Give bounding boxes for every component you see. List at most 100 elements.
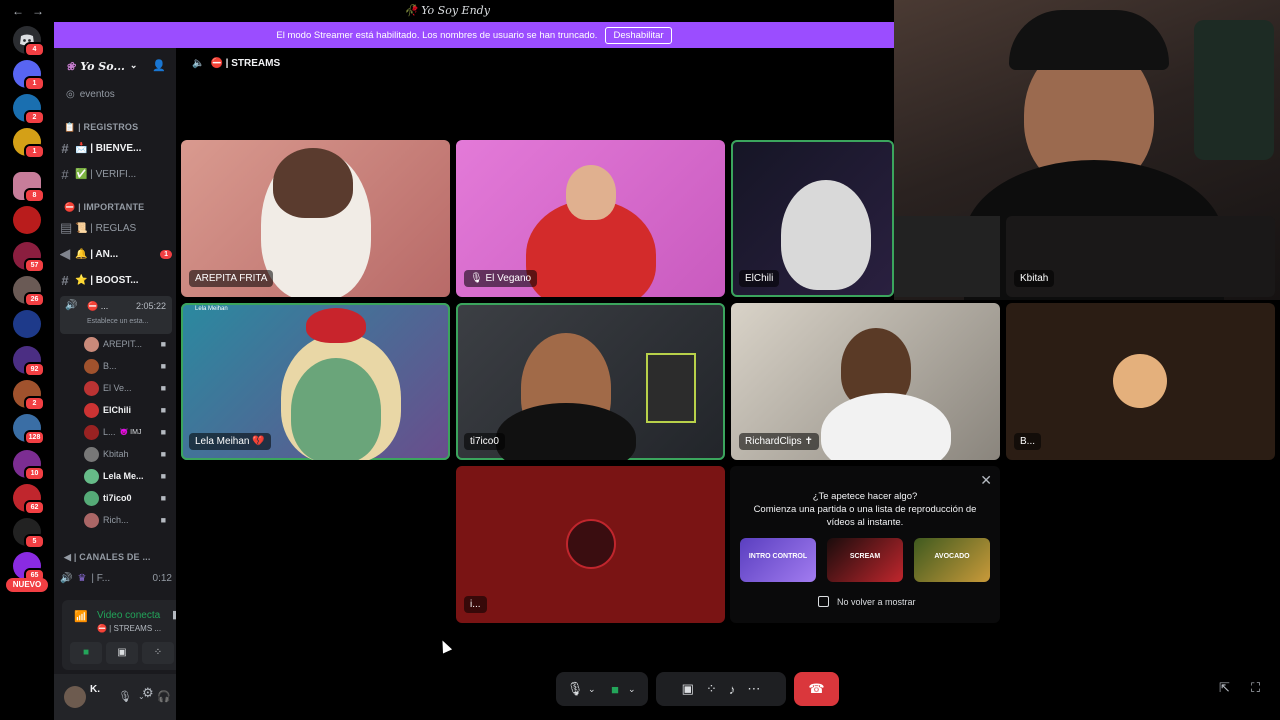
avatar	[84, 446, 99, 462]
more-options-icon[interactable]: ⋯	[747, 681, 760, 697]
server-icon[interactable]: 1	[13, 60, 45, 91]
video-tile[interactable]: 🎙 El Vegano	[456, 140, 725, 297]
guild-icon: ❀	[66, 59, 76, 73]
microphone-icon[interactable]: 🎙	[118, 690, 132, 703]
server-icon[interactable]: 57	[13, 242, 45, 273]
server-icon[interactable]: 62	[13, 484, 45, 515]
participant-hair	[273, 148, 353, 218]
settings-gear-icon[interactable]: ⚙	[142, 685, 154, 701]
server-rail: 4 1 2 1 8 57 26 92 2 128 10 62 5 65 NUEV…	[0, 22, 54, 720]
screen-share-icon[interactable]: ▣	[682, 681, 694, 697]
member-tag: 👿 IMJ	[119, 429, 142, 436]
video-tile-continuation	[894, 216, 1000, 297]
voice-channel-f[interactable]: 🔊 ♛ | F... 0:12	[60, 569, 172, 587]
signal-icon[interactable]: 📶	[74, 610, 88, 623]
voice-member[interactable]: ElChili ■	[84, 401, 168, 419]
avatar	[566, 519, 616, 569]
participant-name: AREPITA FRITA	[189, 270, 274, 287]
server-icon[interactable]: 8	[13, 172, 45, 203]
video-tile[interactable]: Kbitah	[1006, 216, 1275, 297]
server-icon[interactable]: 2	[13, 380, 45, 411]
participant-name: 🎙 El Vegano	[464, 270, 538, 287]
activities-button[interactable]: ⁘	[142, 642, 174, 664]
camera-icon[interactable]: ■	[602, 682, 628, 697]
voice-member[interactable]: Rich... ■	[84, 511, 168, 529]
voice-member[interactable]: ti7ico0 ■	[84, 489, 168, 507]
avatar	[84, 380, 99, 396]
dont-show-checkbox[interactable]: No volver a mostrar	[818, 596, 916, 607]
headphones-icon[interactable]: 🎧	[157, 690, 171, 703]
mic-and-camera-controls: 🎙 ⌄ ■ ⌄	[556, 672, 648, 706]
channel-bienvenida[interactable]: # 📩 | BIENVE...	[60, 139, 172, 157]
add-user-icon[interactable]: 👤	[152, 59, 166, 72]
server-icon[interactable]: 10	[13, 450, 45, 481]
activity-game-tile[interactable]: AVOCADO	[914, 538, 990, 582]
voice-member[interactable]: L... 👿 IMJ ■	[84, 423, 168, 441]
category-canales[interactable]: ◀ | CANALES DE ...	[64, 552, 174, 563]
channel-events[interactable]: ◎ eventos	[66, 85, 178, 103]
participant-figure	[781, 180, 871, 290]
window-title: 🥀 Yo Soy Endy	[404, 4, 490, 17]
channel-verificacion[interactable]: # ✅ | VERIFI...	[60, 165, 172, 183]
activities-icon[interactable]: ⁘	[706, 681, 717, 697]
server-icon[interactable]	[13, 206, 41, 234]
avatar	[84, 468, 99, 484]
voice-member[interactable]: Lela Me... ■	[84, 467, 168, 485]
speaker-icon: ◀	[64, 552, 72, 562]
soundboard-icon[interactable]: ♪	[729, 682, 736, 697]
participant-dress	[291, 358, 381, 460]
server-icon[interactable]: 128	[13, 414, 45, 445]
close-icon[interactable]: ✕	[980, 472, 992, 489]
chevron-down-icon: ⌄	[129, 61, 138, 71]
server-icon[interactable]: 1	[13, 128, 45, 159]
camera-icon: ■	[160, 449, 166, 459]
channel-name: ⛔ | STREAMS	[210, 58, 281, 69]
speaker-icon: 🔊	[65, 300, 78, 311]
server-icon[interactable]: 26	[13, 276, 45, 307]
video-tile[interactable]: Lela Meihan Lela Meihan 💔	[181, 303, 450, 460]
server-icon[interactable]: 2	[13, 94, 45, 125]
checkbox[interactable]	[818, 596, 829, 607]
activity-game-tile[interactable]: SCREAM	[827, 538, 903, 582]
server-icon[interactable]: 5	[13, 518, 45, 549]
screen-share-button[interactable]: ▣	[106, 642, 138, 664]
avatar[interactable]	[64, 686, 86, 708]
video-tile[interactable]: ti7ico0	[456, 303, 725, 460]
microphone-icon[interactable]: 🎙	[562, 681, 588, 697]
popout-icon[interactable]: ⇱	[1219, 680, 1230, 696]
video-tile[interactable]: RichardClips ✝	[731, 303, 1000, 460]
discord-home-icon[interactable]: 4	[13, 26, 45, 57]
channel-anuncios[interactable]: ◀ 🔔 | AN... 1	[60, 245, 172, 263]
video-tile[interactable]: ElChili	[731, 140, 894, 297]
hash-icon: #	[61, 166, 69, 182]
hash-icon: #	[61, 272, 69, 288]
channel-sidebar: ❀ Yo So... ⌄ 👤 ◎ eventos 📋 | REGISTROS # 📩…	[54, 48, 212, 720]
guild-header[interactable]: ❀ Yo So... ⌄ 👤	[54, 48, 176, 84]
server-icon[interactable]: 65	[13, 552, 45, 583]
voice-member[interactable]: Kbitah ■	[84, 445, 168, 463]
participant-name: ElChili	[739, 270, 780, 287]
category-registros[interactable]: 📋 | REGISTROS	[64, 122, 174, 133]
voice-channel-label[interactable]: ⛔ | STREAMS ...	[97, 624, 161, 633]
activity-game-tile[interactable]: INTRO CONTROL	[740, 538, 816, 582]
video-button[interactable]: ■	[70, 642, 102, 664]
server-icon[interactable]: 92	[13, 346, 45, 377]
chevron-down-icon[interactable]: ⌄	[588, 684, 602, 695]
video-tile[interactable]: AREPITA FRITA	[181, 140, 450, 297]
active-voice-channel[interactable]: 🔊 ⛔ ... 2:05:22 Establece un esta...	[60, 296, 172, 334]
video-tile[interactable]: i...	[456, 466, 725, 623]
disable-streamer-button[interactable]: Deshabilitar	[605, 26, 672, 44]
category-importante[interactable]: ⛔ | IMPORTANTE	[64, 202, 174, 213]
voice-member[interactable]: AREPIT... ■	[84, 335, 168, 353]
channel-boost[interactable]: # ⭐ | BOOST...	[60, 271, 172, 289]
voice-member[interactable]: B... ■	[84, 357, 168, 375]
fullscreen-icon[interactable]: ⛶	[1251, 680, 1260, 696]
overlay-text: Lela Meihan	[195, 306, 228, 312]
video-tile[interactable]: B...	[1006, 303, 1275, 460]
voice-member[interactable]: El Ve... ■	[84, 379, 168, 397]
server-icon[interactable]	[13, 310, 41, 338]
events-icon: ◎	[66, 88, 75, 100]
chevron-down-icon[interactable]: ⌄	[628, 684, 642, 695]
channel-reglas[interactable]: ▤ 📜 | REGLAS	[60, 219, 172, 237]
hang-up-button[interactable]: ☎	[794, 672, 839, 706]
